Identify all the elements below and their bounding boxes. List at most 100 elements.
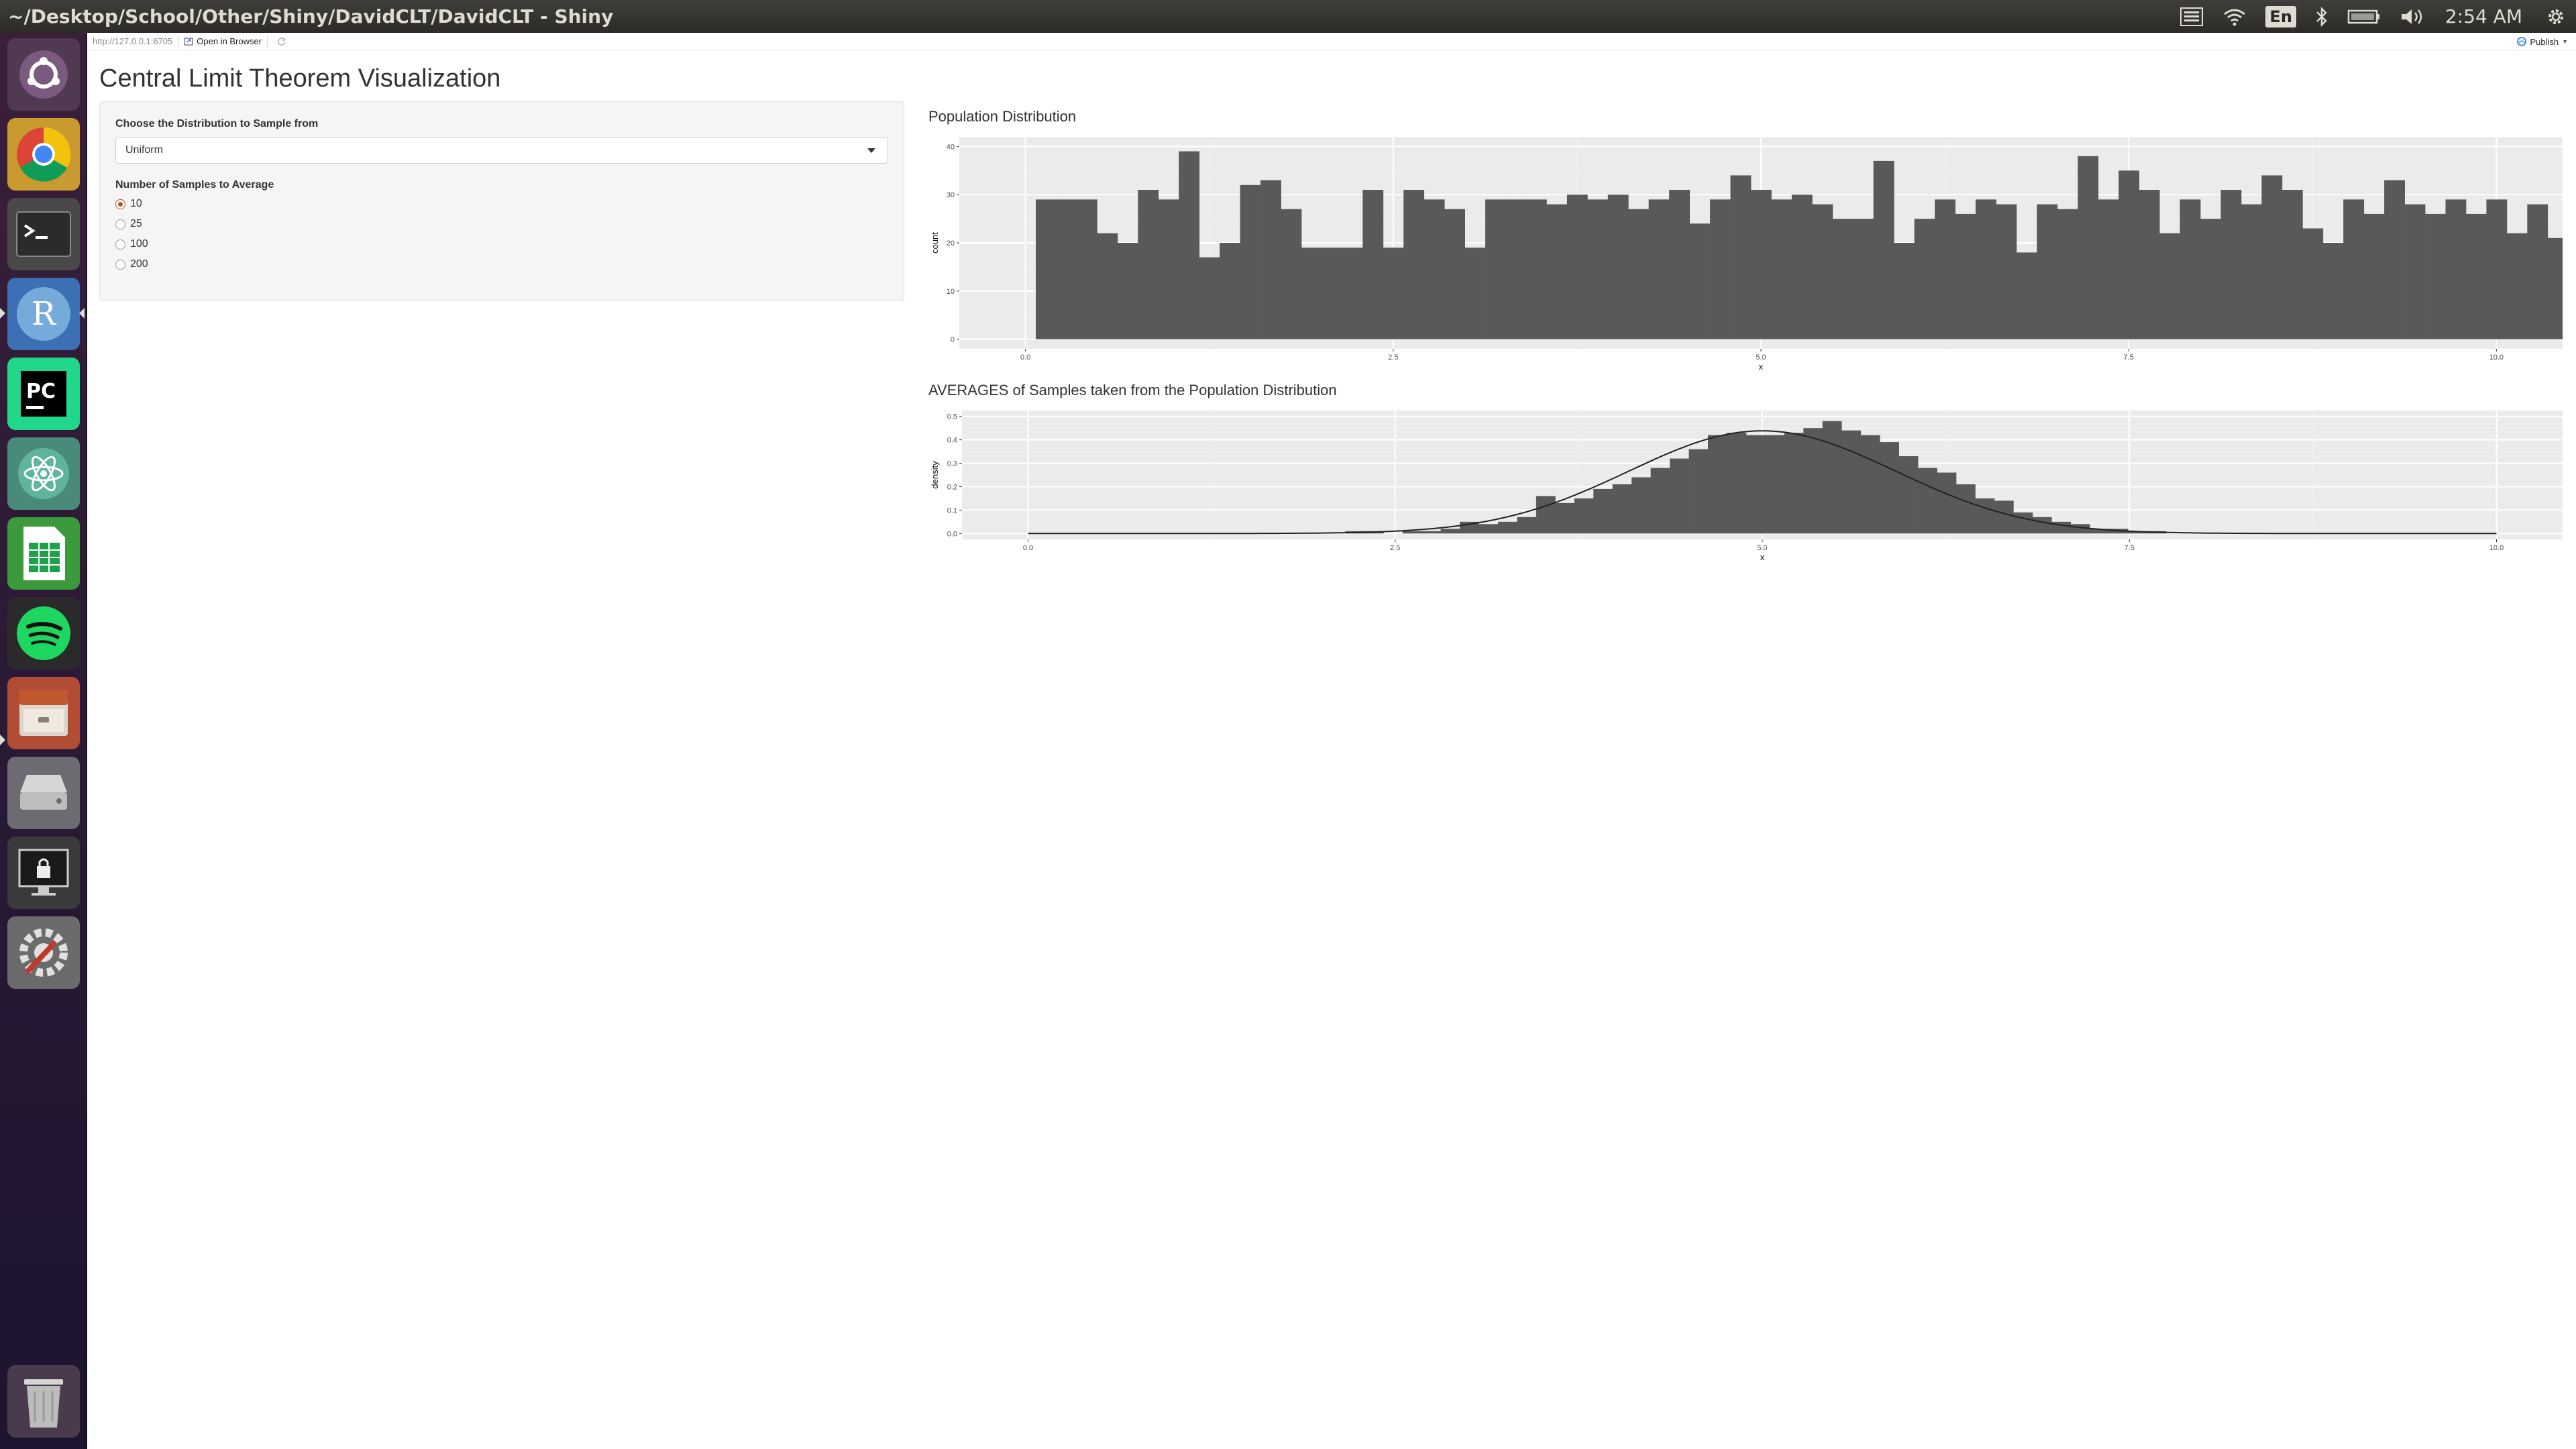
volume-icon[interactable] xyxy=(2400,0,2426,33)
disk-drive-icon[interactable] xyxy=(7,757,80,829)
averages-plot-title: AVERAGES of Samples taken from the Popul… xyxy=(928,382,1337,398)
x-tick-label: 7.5 xyxy=(2124,354,2134,362)
histogram-bar xyxy=(1301,248,1322,339)
spotify-icon[interactable] xyxy=(7,597,80,669)
y-axis-title: count xyxy=(930,232,940,254)
histogram-bar xyxy=(1996,204,2017,339)
histogram-bar xyxy=(2465,213,2487,339)
histogram-bar xyxy=(1593,488,1613,534)
refresh-icon[interactable] xyxy=(277,37,286,46)
radio-button[interactable] xyxy=(115,219,125,229)
x-tick-label: 10.0 xyxy=(2489,544,2504,552)
histogram-bar xyxy=(2343,199,2365,339)
keyboard-layout-label: En xyxy=(2265,5,2296,28)
histogram-bar xyxy=(2384,180,2405,339)
radio-option-10[interactable]: 10 xyxy=(115,195,142,213)
system-settings-icon[interactable] xyxy=(7,916,80,989)
histogram-bar xyxy=(2404,204,2426,339)
trash-icon[interactable] xyxy=(7,1365,80,1438)
x-tick-label: 2.5 xyxy=(1390,544,1400,552)
running-indicator xyxy=(0,308,5,319)
radio-option-label: 100 xyxy=(130,238,148,250)
battery-icon[interactable] xyxy=(2347,0,2381,33)
histogram-bar xyxy=(1587,199,1609,339)
publish-button[interactable]: Publish ▼ xyxy=(2517,33,2568,50)
sidebar-panel: Choose the Distribution to Sample from U… xyxy=(99,101,904,301)
toolbar-separator xyxy=(267,36,268,47)
histogram-bar xyxy=(1853,219,1874,339)
histogram-bar xyxy=(1179,151,1200,339)
histogram-bar xyxy=(1894,243,1915,339)
y-tick-label: 0.5 xyxy=(947,413,957,421)
histogram-bar xyxy=(1832,219,1854,339)
histogram-bar xyxy=(1517,517,1537,534)
averages-histogram: 0.0 2.5 5.0 7.5 10.0 0.0 0.1 0.2 0.3 0.4 0.5 x densi… xyxy=(930,411,2563,562)
launcher: R PC xyxy=(0,33,87,1449)
histogram-bar xyxy=(2302,228,2324,339)
indicator-menu-icon[interactable] xyxy=(2180,0,2204,33)
histogram-bar xyxy=(2486,199,2508,339)
viewer-toolbar: http://127.0.0.1:6705 Open in Browser Pu… xyxy=(89,33,2576,50)
power-gear-icon[interactable] xyxy=(2545,0,2567,33)
chrome-icon[interactable] xyxy=(7,118,80,191)
histogram-bar xyxy=(1822,421,1842,534)
atom-icon[interactable] xyxy=(7,437,80,510)
histogram-bar xyxy=(2220,190,2242,339)
histogram-bar xyxy=(1440,529,1460,534)
histogram-bar xyxy=(1898,456,1919,534)
y-tick-label: 30 xyxy=(947,191,955,199)
histogram-bar xyxy=(1485,199,1506,339)
histogram-bar xyxy=(1631,477,1652,534)
clock[interactable]: 2:54 AM xyxy=(2445,0,2522,33)
chevron-down-icon[interactable]: ▼ xyxy=(2562,38,2568,45)
radio-option-100[interactable]: 100 xyxy=(115,235,148,253)
rstudio-icon[interactable]: R xyxy=(7,278,80,350)
screen-lock-icon[interactable] xyxy=(7,837,80,909)
histogram-bar xyxy=(2098,199,2119,339)
histogram-bar xyxy=(1669,190,1690,339)
histogram-bar xyxy=(1880,442,1899,534)
histogram-bar xyxy=(1199,257,1220,339)
radio-option-label: 200 xyxy=(130,258,148,270)
histogram-bar xyxy=(1975,498,1995,534)
url-text[interactable]: http://127.0.0.1:6705 xyxy=(93,36,172,46)
y-tick-label: 40 xyxy=(947,143,955,151)
histogram-bar xyxy=(1402,531,1422,534)
radio-option-200[interactable]: 200 xyxy=(115,256,148,273)
samples-label: Number of Samples to Average xyxy=(115,179,274,191)
pycharm-icon[interactable]: PC xyxy=(7,358,80,430)
histogram-bar xyxy=(1076,199,1097,339)
publish-label: Publish xyxy=(2530,36,2559,47)
libreoffice-calc-icon[interactable] xyxy=(7,517,80,590)
histogram-bar xyxy=(1710,199,1731,339)
histogram-bar xyxy=(1670,458,1689,534)
file-manager-icon[interactable] xyxy=(7,677,80,749)
histogram-bar xyxy=(2118,170,2140,339)
keyboard-layout-indicator[interactable]: En xyxy=(2265,0,2296,33)
histogram-bar xyxy=(1097,233,1118,339)
wifi-icon[interactable] xyxy=(2222,0,2247,33)
x-tick-label: 5.0 xyxy=(1757,544,1767,552)
histogram-bar xyxy=(1688,449,1709,534)
bluetooth-icon[interactable] xyxy=(2315,0,2328,33)
histogram-bar xyxy=(2200,219,2221,339)
histogram-bar xyxy=(1935,199,1955,339)
radio-button[interactable] xyxy=(115,259,125,270)
histogram-bar xyxy=(1750,190,1772,339)
open-in-browser-button[interactable]: Open in Browser xyxy=(184,36,262,46)
caret-down-icon xyxy=(867,148,875,153)
y-tick-label: 20 xyxy=(947,239,955,248)
histogram-bar xyxy=(1628,209,1650,339)
y-tick-label: 0.2 xyxy=(947,483,957,491)
histogram-bar xyxy=(1574,498,1594,534)
system-tray: En 2:54 AM xyxy=(2170,0,2576,33)
y-tick-label: 0.4 xyxy=(947,437,957,445)
distribution-select[interactable]: Uniform xyxy=(115,137,888,164)
radio-button[interactable] xyxy=(115,199,125,209)
radio-option-25[interactable]: 25 xyxy=(115,215,142,233)
terminal-icon[interactable] xyxy=(7,198,80,270)
ubuntu-dash-icon[interactable] xyxy=(7,38,80,111)
x-tick-label: 0.0 xyxy=(1020,354,1030,362)
top-panel: ~/Desktop/School/Other/Shiny/DavidCLT/Da… xyxy=(0,0,2576,33)
radio-button[interactable] xyxy=(115,239,125,250)
